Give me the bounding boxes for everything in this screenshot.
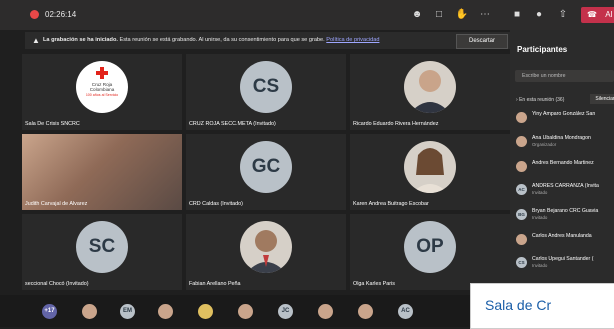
participant-name: Sala De Crisis SNCRC	[25, 121, 80, 127]
avatar[interactable]	[158, 304, 173, 319]
participant-list-item[interactable]: Yiny Amparo González San	[516, 111, 614, 125]
avatar	[516, 161, 527, 172]
phone-icon: ☎	[587, 10, 597, 19]
participant-role: Invitado	[532, 263, 548, 268]
participant-name: Andres Bernando Martinez	[532, 160, 594, 166]
participant-role: Organizador	[532, 142, 557, 147]
avatar: GC	[240, 141, 292, 193]
avatar[interactable]	[318, 304, 333, 319]
participant-name: ANDRES CARRANZA (Invita	[532, 183, 599, 189]
participant-name: Fabian Arellano Peña	[189, 281, 241, 287]
avatar: OP	[404, 221, 456, 273]
caption-text: Sala de Cr	[485, 297, 552, 313]
participant-tile[interactable]: CS CRUZ ROJA SECC.META (Invitado)	[186, 54, 346, 130]
mic-icon[interactable]: ●	[532, 8, 546, 22]
person-photo-icon	[246, 230, 286, 273]
participant-video	[22, 134, 182, 210]
warning-icon: ▲	[32, 36, 40, 45]
recording-banner: ▲ La grabación se ha iniciado. Esta reun…	[25, 32, 510, 49]
leave-button[interactable]: ☎ Al	[581, 7, 614, 23]
meeting-toolbar: 02:26:14 ☻ □ ✋ ⋯ ■ ● ⇧ ☎ Al	[0, 0, 614, 30]
avatar[interactable]	[82, 304, 97, 319]
participant-tile[interactable]: Judith Carvajal de Alvarez	[22, 134, 182, 210]
participants-panel: Participantes Escribe un nombre › En est…	[510, 30, 614, 295]
participant-tile[interactable]: Ricardo Eduardo Rivera Hernández	[350, 54, 510, 130]
avatar	[404, 141, 456, 193]
participant-list-item[interactable]: CS Carlos Upegui Santander ( Invitado	[516, 256, 614, 270]
leave-label: Al	[605, 10, 613, 19]
participant-name: Karen Andrea Buitrago Escobar	[353, 201, 429, 207]
participant-name: CRUZ ROJA SECC.META (Invitado)	[189, 121, 276, 127]
avatar	[516, 112, 527, 123]
dismiss-button[interactable]: Descartar	[456, 34, 508, 49]
caption-box: Sala de Cr	[470, 283, 614, 329]
cruz-roja-logo: Cruz Roja Colombiana 100 años al Servicio	[76, 61, 128, 113]
avatar: AC	[516, 184, 527, 195]
chat-icon[interactable]: □	[432, 8, 446, 22]
participant-list-item[interactable]: Andres Bernando Martinez	[516, 160, 614, 174]
participant-name: Yiny Amparo González San	[532, 111, 596, 117]
avatar	[404, 61, 456, 113]
video-grid: Cruz Roja Colombiana 100 años al Servicio …	[22, 54, 510, 294]
participant-name: Ana Ubaldina Mondragon	[532, 135, 591, 141]
participant-tile[interactable]: GC CRD Caldas (Invitado)	[186, 134, 346, 210]
participant-list-item[interactable]: Carlos Andres Manulanda	[516, 233, 614, 247]
participant-name: CRD Caldas (Invitado)	[189, 201, 243, 207]
avatar[interactable]: AC	[398, 304, 413, 319]
person-photo-icon	[410, 70, 450, 113]
participant-name: Carlos Upegui Santander (	[532, 256, 594, 262]
participant-tile[interactable]: OP Olga Karles Paris	[350, 214, 510, 290]
recording-icon	[30, 10, 39, 19]
avatar[interactable]	[198, 304, 213, 319]
avatar[interactable]	[358, 304, 373, 319]
participant-name: Olga Karles Paris	[353, 281, 395, 287]
participants-icon[interactable]: ☻	[410, 8, 424, 22]
camera-icon[interactable]: ■	[510, 8, 524, 22]
participant-name: seccional Chocó (Invitado)	[25, 281, 89, 287]
participant-name: Bryan Bejarano CRC Guavia	[532, 208, 599, 214]
participant-name: Carlos Andres Manulanda	[532, 233, 592, 239]
search-placeholder: Escribe un nombre	[522, 73, 566, 79]
avatar: BG	[516, 209, 527, 220]
meeting-timer: 02:26:14	[45, 10, 77, 19]
avatar[interactable]: JC	[278, 304, 293, 319]
avatar: CS	[240, 61, 292, 113]
more-participants-button[interactable]: +17	[42, 304, 57, 319]
participant-tile[interactable]: SC seccional Chocó (Invitado)	[22, 214, 182, 290]
participant-tile[interactable]: Cruz Roja Colombiana 100 años al Servicio …	[22, 54, 182, 130]
participant-role: Invitado	[532, 215, 548, 220]
participant-tile[interactable]: Fabian Arellano Peña	[186, 214, 346, 290]
participant-name: Ricardo Eduardo Rivera Hernández	[353, 121, 439, 127]
avatar	[516, 136, 527, 147]
participant-list-item[interactable]: Ana Ubaldina Mondragon Organizador	[516, 135, 614, 149]
participant-list-item[interactable]: AC ANDRES CARRANZA (Invita Invitado	[516, 183, 614, 197]
more-icon[interactable]: ⋯	[478, 8, 492, 22]
share-icon[interactable]: ⇧	[556, 8, 570, 22]
participant-list-item[interactable]: BG Bryan Bejarano CRC Guavia Invitado	[516, 208, 614, 222]
avatar	[240, 221, 292, 273]
banner-title: La grabación se ha iniciado.	[43, 37, 118, 43]
avatar	[516, 234, 527, 245]
privacy-link[interactable]: Política de privacidad	[326, 37, 379, 43]
section-header[interactable]: › En esta reunión (36)	[516, 97, 564, 103]
participant-role: Invitado	[532, 190, 548, 195]
avatar[interactable]: EM	[120, 304, 135, 319]
search-input[interactable]: Escribe un nombre	[515, 70, 614, 82]
person-photo-icon	[412, 148, 448, 193]
mute-all-button[interactable]: Silenciar	[590, 94, 614, 104]
raise-hand-icon[interactable]: ✋	[455, 8, 469, 22]
avatar[interactable]	[238, 304, 253, 319]
avatar: CS	[516, 257, 527, 268]
red-cross-icon	[96, 67, 108, 79]
banner-text: Esta reunión se está grabando. Al unirse…	[117, 37, 327, 43]
participant-name: Judith Carvajal de Alvarez	[25, 201, 88, 207]
avatar: SC	[76, 221, 128, 273]
participant-tile[interactable]: Karen Andrea Buitrago Escobar	[350, 134, 510, 210]
panel-title: Participantes	[517, 45, 568, 54]
